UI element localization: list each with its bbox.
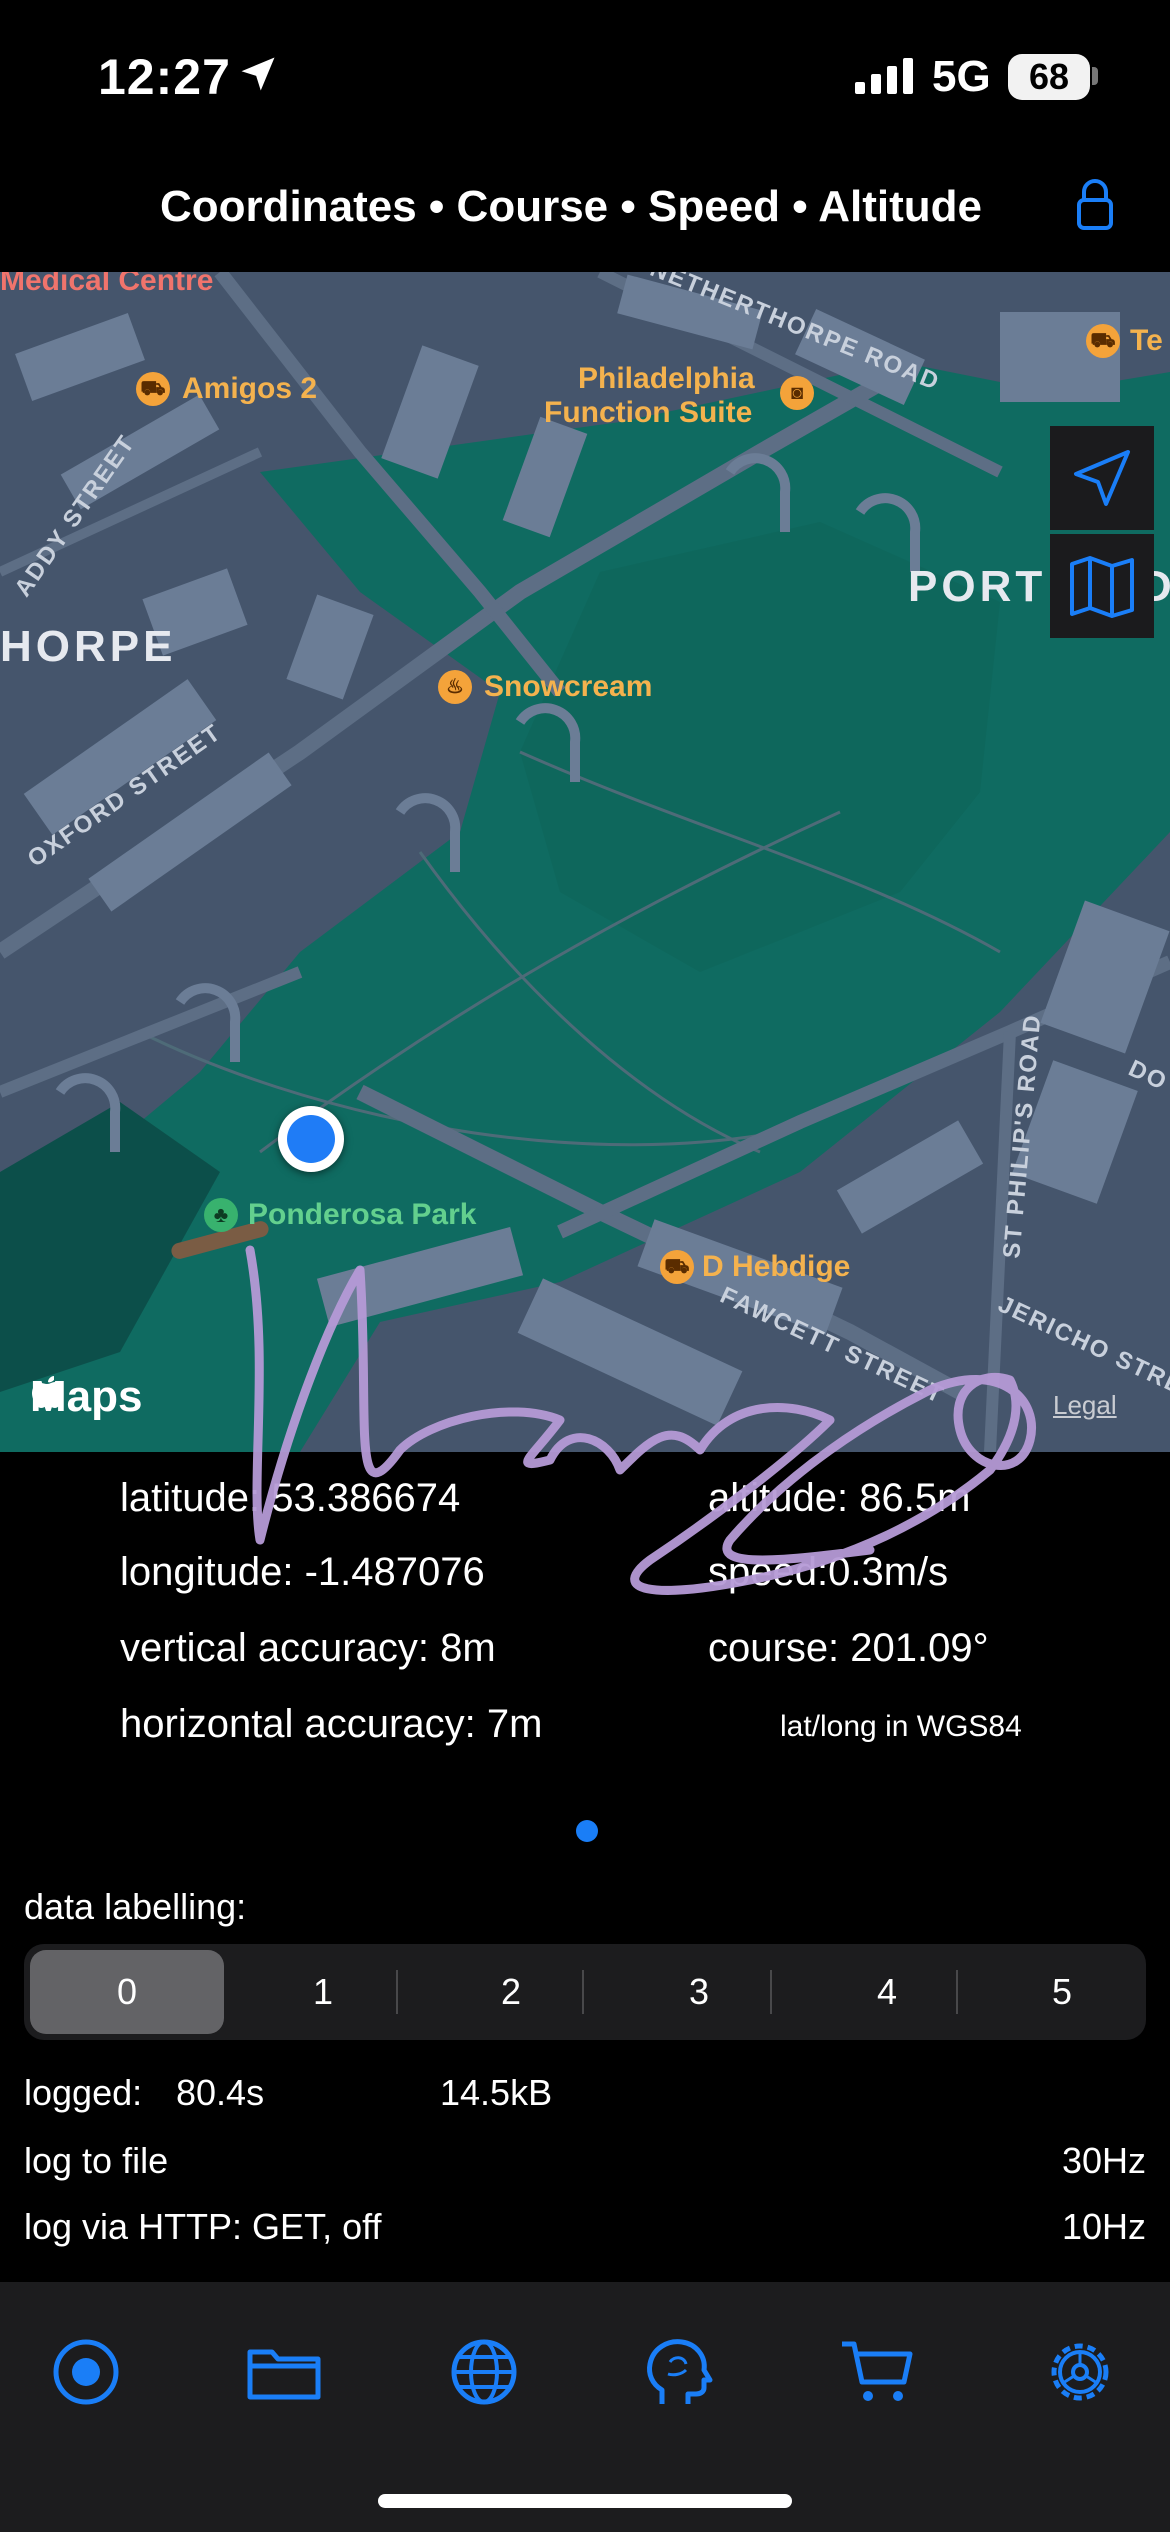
icecream-poi-icon[interactable]: ♨ xyxy=(438,670,472,704)
globe-icon xyxy=(451,2339,517,2405)
area-label-thorpe: HORPE xyxy=(0,622,177,671)
tab-network[interactable] xyxy=(444,2332,524,2412)
track-location-button[interactable] xyxy=(1050,426,1154,530)
map-icon xyxy=(1070,556,1134,618)
venue-poi-icon[interactable]: ◙ xyxy=(780,376,814,410)
labelling-segmented-control[interactable]: 0 1 2 3 4 5 xyxy=(24,1944,1146,2040)
tab-settings[interactable] xyxy=(1040,2332,1120,2412)
label-option-2[interactable]: 2 xyxy=(418,1950,604,2034)
log-file-rate[interactable]: 30Hz xyxy=(1062,2140,1146,2182)
network-label: 5G xyxy=(932,52,991,101)
folder-icon xyxy=(247,2349,321,2400)
page-title: Coordinates • Course • Speed • Altitude xyxy=(160,182,983,231)
status-time: 12:27 xyxy=(98,49,231,105)
logged-time: 80.4s xyxy=(176,2072,265,2113)
map-label-philadelphia-1[interactable]: Philadelphia xyxy=(578,362,755,396)
tab-store[interactable] xyxy=(838,2332,918,2412)
label-option-4[interactable]: 4 xyxy=(794,1950,980,2034)
gear-icon xyxy=(1051,2343,1109,2401)
user-location-dot[interactable] xyxy=(278,1106,344,1172)
page-indicator-dot[interactable] xyxy=(576,1820,598,1842)
map-label-medical[interactable]: Medical Centre xyxy=(0,272,213,298)
battery-indicator: 68 xyxy=(1008,54,1090,100)
shop-poi-icon[interactable]: ⛟ xyxy=(136,372,170,406)
datum-note: lat/long in WGS84 xyxy=(780,1710,1022,1743)
label-option-0[interactable]: 0 xyxy=(30,1950,224,2034)
log-to-file-toggle[interactable]: log to file xyxy=(24,2140,168,2182)
label-option-5[interactable]: 5 xyxy=(984,1950,1140,2034)
apple-logo-icon xyxy=(32,1376,63,1408)
home-indicator[interactable] xyxy=(378,2494,792,2508)
tab-files[interactable] xyxy=(244,2332,324,2412)
header: Coordinates • Course • Speed • Altitude xyxy=(0,150,1170,272)
label-option-3[interactable]: 3 xyxy=(606,1950,792,2034)
brain-icon xyxy=(647,2339,713,2404)
map-label-snowcream[interactable]: Snowcream xyxy=(484,670,652,704)
map-label-te[interactable]: Te xyxy=(1130,324,1163,358)
maps-attribution: Maps xyxy=(30,1372,142,1422)
log-http-rate[interactable]: 10Hz xyxy=(1062,2206,1146,2248)
tab-record[interactable] xyxy=(46,2332,126,2412)
navigation-arrow-icon xyxy=(1074,450,1130,506)
logged-size: 14.5kB xyxy=(440,2072,553,2113)
map-type-button[interactable] xyxy=(1050,534,1154,638)
status-bar: 12:27 5G 68 xyxy=(0,0,1170,150)
battery-nub xyxy=(1092,67,1098,85)
location-arrow-icon xyxy=(241,57,275,91)
labelling-title: data labelling: xyxy=(24,1886,247,1927)
cart-icon xyxy=(842,2341,913,2401)
record-icon xyxy=(53,2339,119,2405)
log-http-toggle[interactable]: log via HTTP: GET, off xyxy=(24,2206,381,2248)
label-option-1[interactable]: 1 xyxy=(230,1950,416,2034)
signal-icon xyxy=(855,58,913,94)
shop-poi-icon-te[interactable]: ⛟ xyxy=(1086,324,1120,358)
logged-label: logged: xyxy=(24,2072,143,2113)
lock-icon[interactable] xyxy=(1076,178,1114,230)
map-label-philadelphia-2[interactable]: Function Suite xyxy=(544,396,752,430)
tab-ml[interactable] xyxy=(640,2332,720,2412)
signature-scribble xyxy=(245,1245,1036,1595)
map-label-amigos[interactable]: Amigos 2 xyxy=(182,372,317,406)
horizontal-accuracy-value: horizontal accuracy: 7m xyxy=(120,1702,543,1746)
